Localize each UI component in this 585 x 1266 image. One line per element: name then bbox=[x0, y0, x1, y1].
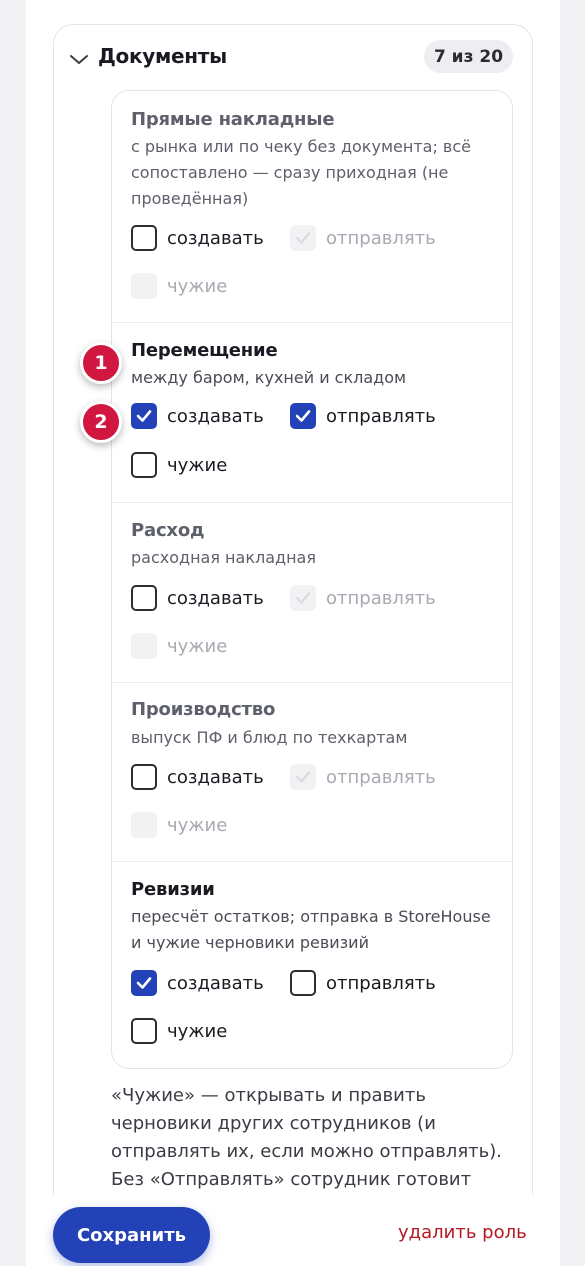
foreign-label: чужие bbox=[167, 814, 228, 836]
foreign-label: чужие bbox=[167, 635, 228, 657]
foreign-explanation-note: «Чужие» — открывать и править черновики … bbox=[111, 1085, 502, 1190]
foreign-checkbox-row: чужие bbox=[131, 273, 227, 299]
checkmark-icon bbox=[136, 977, 152, 989]
item-description: расходная накладная bbox=[131, 548, 316, 567]
foreign-label: чужие bbox=[167, 1020, 228, 1042]
foreign-label: чужие bbox=[167, 454, 228, 476]
foreign-checkbox-row: чужие bbox=[131, 812, 227, 838]
permission-item-expense: Расход расходная накладная создавать отп… bbox=[112, 503, 512, 683]
create-checkbox-row[interactable]: создавать bbox=[131, 225, 264, 251]
documents-card: Прямые накладные с рынка или по чеку без… bbox=[111, 90, 513, 1069]
create-checkbox[interactable] bbox=[131, 225, 157, 251]
create-checkbox-row[interactable]: создавать bbox=[131, 764, 264, 790]
section-title[interactable]: Документы bbox=[98, 44, 227, 68]
foreign-checkbox-disabled bbox=[131, 812, 157, 838]
send-checkbox-row[interactable]: отправлять bbox=[290, 403, 436, 429]
annotation-badge-2: 2 bbox=[80, 401, 122, 443]
create-checkbox[interactable] bbox=[131, 764, 157, 790]
item-description: выпуск ПФ и блюд по техкартам bbox=[131, 728, 408, 747]
item-title: Перемещение bbox=[131, 340, 278, 361]
foreign-label: чужие bbox=[167, 275, 228, 297]
chevron-down-icon[interactable] bbox=[68, 50, 90, 68]
item-description: между баром, кухней и складом bbox=[131, 368, 407, 387]
foreign-checkbox-row[interactable]: чужие bbox=[131, 452, 227, 478]
send-checkbox-row: отправлять bbox=[290, 585, 436, 611]
permissions-counter-badge: 7 из 20 bbox=[424, 40, 513, 73]
send-label: отправлять bbox=[326, 587, 436, 609]
create-checkbox[interactable] bbox=[131, 970, 157, 996]
item-title: Производство bbox=[131, 699, 276, 720]
create-checkbox[interactable] bbox=[131, 585, 157, 611]
delete-role-link[interactable]: удалить роль bbox=[398, 1222, 527, 1243]
create-checkbox-row[interactable]: создавать bbox=[131, 970, 264, 996]
send-checkbox-row: отправлять bbox=[290, 764, 436, 790]
send-label: отправлять bbox=[326, 405, 436, 427]
foreign-checkbox-row[interactable]: чужие bbox=[131, 1018, 227, 1044]
permission-item-production: Производство выпуск ПФ и блюд по техкарт… bbox=[112, 683, 512, 862]
send-checkbox-disabled bbox=[290, 764, 316, 790]
save-button[interactable]: Сохранить bbox=[53, 1207, 210, 1263]
send-label: отправлять bbox=[326, 766, 436, 788]
foreign-checkbox-disabled bbox=[131, 633, 157, 659]
foreign-checkbox[interactable] bbox=[131, 1018, 157, 1044]
create-checkbox[interactable] bbox=[131, 403, 157, 429]
send-checkbox-row: отправлять bbox=[290, 225, 436, 251]
item-description: пересчёт остатков; отправка в StoreHouse… bbox=[131, 907, 491, 952]
item-title: Расход bbox=[131, 520, 205, 541]
send-checkbox-row[interactable]: отправлять bbox=[290, 970, 436, 996]
checkmark-icon bbox=[295, 232, 311, 244]
send-checkbox-disabled bbox=[290, 225, 316, 251]
permission-item-transfer: Перемещение между баром, кухней и складо… bbox=[112, 323, 512, 503]
foreign-checkbox[interactable] bbox=[131, 452, 157, 478]
send-checkbox[interactable] bbox=[290, 970, 316, 996]
create-label: создавать bbox=[167, 587, 264, 609]
create-checkbox-row[interactable]: создавать bbox=[131, 403, 264, 429]
create-label: создавать bbox=[167, 227, 264, 249]
item-title: Ревизии bbox=[131, 879, 215, 900]
item-title: Прямые накладные bbox=[131, 109, 335, 130]
checkmark-icon bbox=[295, 410, 311, 422]
checkmark-icon bbox=[295, 592, 311, 604]
foreign-checkbox-disabled bbox=[131, 273, 157, 299]
checkmark-icon bbox=[295, 771, 311, 783]
permission-item-inventory: Ревизии пересчёт остатков; отправка в St… bbox=[112, 862, 512, 1068]
annotation-badge-1: 1 bbox=[80, 342, 122, 384]
create-label: создавать bbox=[167, 972, 264, 994]
send-label: отправлять bbox=[326, 227, 436, 249]
checkmark-icon bbox=[136, 410, 152, 422]
foreign-checkbox-row: чужие bbox=[131, 633, 227, 659]
item-description: с рынка или по чеку без документа; всё с… bbox=[131, 137, 471, 208]
permission-item-direct-invoices: Прямые накладные с рынка или по чеку без… bbox=[112, 91, 512, 323]
create-label: создавать bbox=[167, 405, 264, 427]
send-checkbox[interactable] bbox=[290, 403, 316, 429]
send-label: отправлять bbox=[326, 972, 436, 994]
send-checkbox-disabled bbox=[290, 585, 316, 611]
create-checkbox-row[interactable]: создавать bbox=[131, 585, 264, 611]
create-label: создавать bbox=[167, 766, 264, 788]
